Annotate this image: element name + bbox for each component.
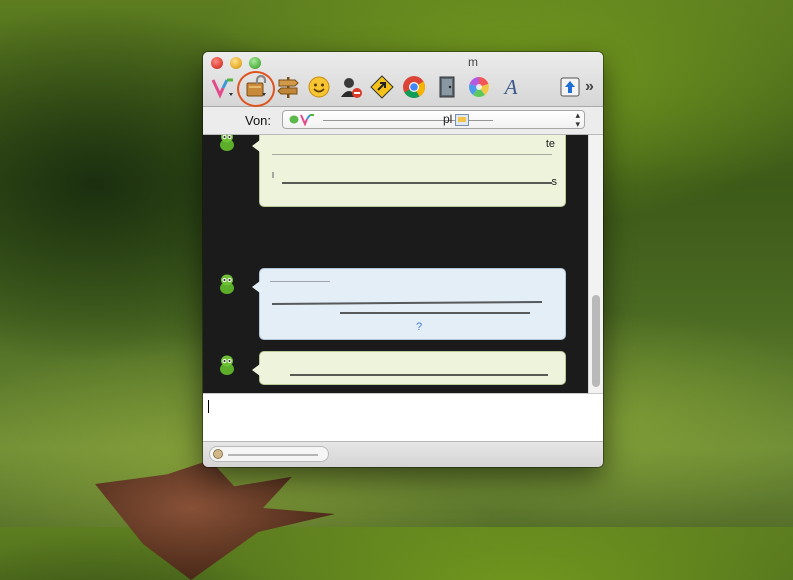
background-leaf [95,460,335,580]
message-transcript[interactable]: te s ? [203,135,603,393]
from-label: Von: [245,113,272,128]
status-field[interactable] [209,446,329,462]
redacted-status [228,454,318,456]
contact-avatar-icon [220,274,234,294]
chrome-icon[interactable] [401,74,427,100]
door-icon[interactable] [434,74,460,100]
contact-avatar-icon [220,355,234,375]
chat-window: m A » Von: pl ▴ ▾ te s ? [203,52,603,467]
message-bubble: te s [252,135,566,207]
message-input[interactable] [203,393,603,441]
message-text-fragment: s [551,176,558,188]
chevron-updown-icon: ▴ ▾ [575,110,580,129]
highlight-ring [237,71,275,107]
account-icon [289,114,314,126]
contact-block-icon[interactable] [338,74,364,100]
color-wheel-icon[interactable] [466,74,492,100]
message-bubble: ? [252,268,566,340]
account-name-fragment: pl [443,112,453,126]
link-arrow-icon[interactable] [369,74,395,100]
message-text-fragment: te [545,138,555,150]
signpost-icon[interactable] [275,74,301,100]
window-title: m [468,55,478,69]
font-a-icon[interactable]: A [498,74,524,100]
adium-v-icon[interactable] [210,74,236,100]
status-bar [203,441,603,467]
from-row: Von: pl ▴ ▾ [203,107,603,135]
title-bar: m A » [203,52,603,107]
contact-avatar-icon [220,135,234,151]
toolbar-overflow-button[interactable]: » [585,78,594,96]
text-caret [208,400,209,413]
upload-icon[interactable] [557,74,583,100]
smiley-icon[interactable] [306,74,332,100]
account-select[interactable]: pl ▴ ▾ [282,110,585,129]
message-bubble [252,351,566,385]
speaker-icon [213,449,223,459]
message-text-fragment: ? [416,321,423,333]
service-badge-icon [455,114,469,126]
scrollbar-thumb[interactable] [592,295,600,387]
transcript-scrollbar[interactable] [588,135,603,393]
